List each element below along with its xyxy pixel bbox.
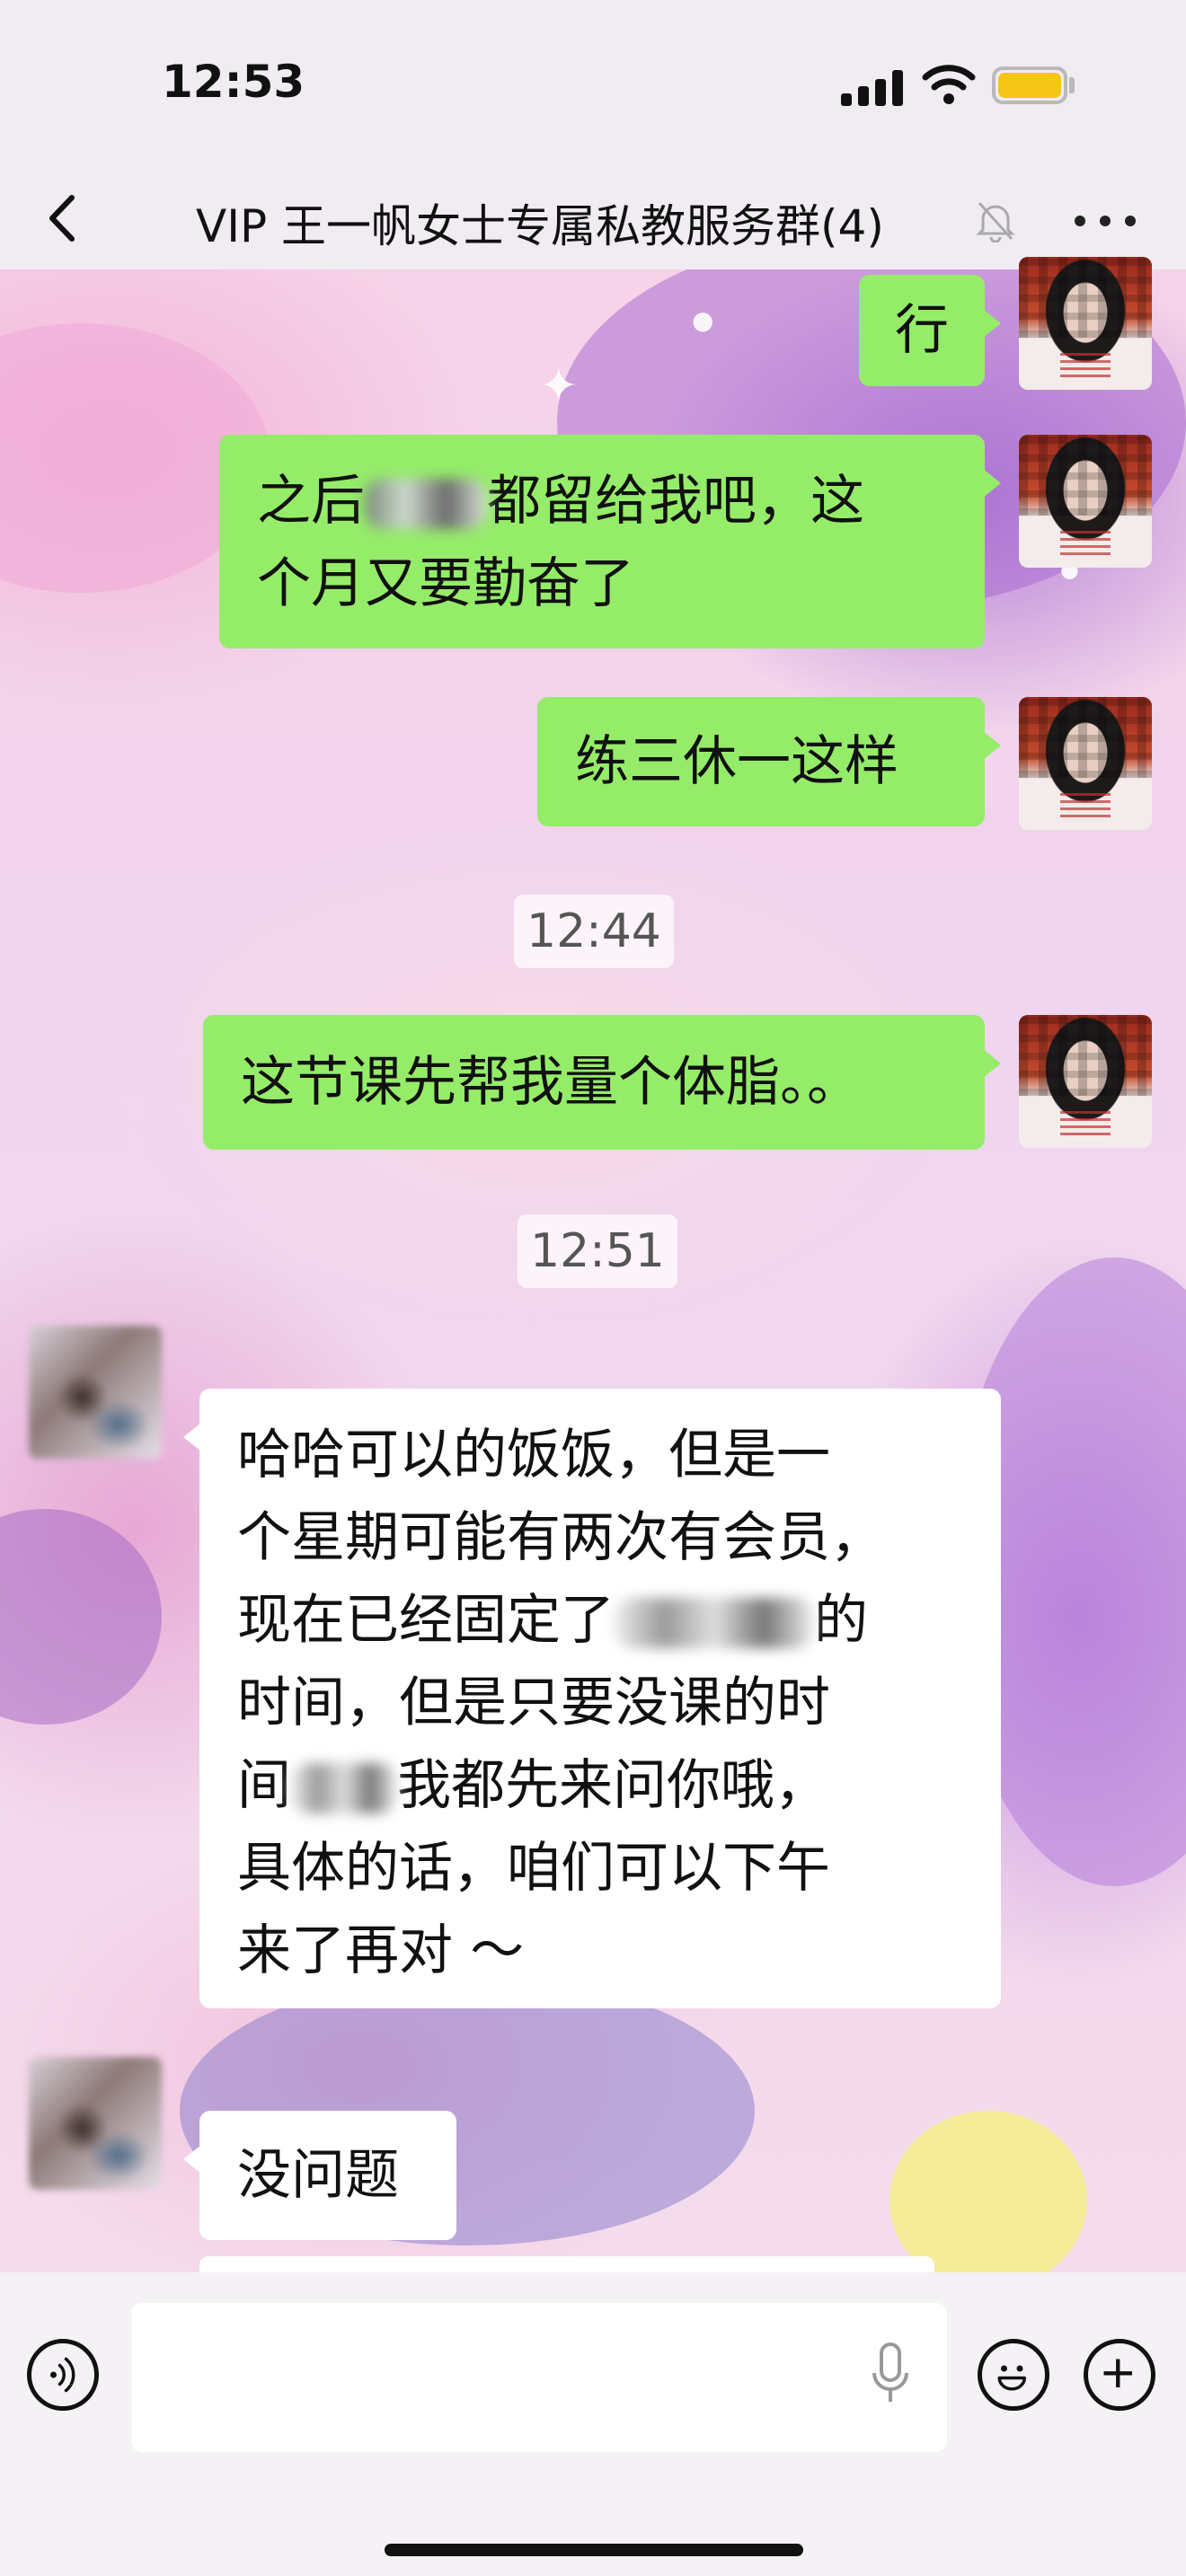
timestamp: 12:51 (518, 1214, 677, 1288)
wifi-icon (922, 65, 976, 104)
message-bubble-other[interactable]: 哈哈可以的饭饭，但是一 个星期可能有两次有会员， 现在已经固定了 的 时间，但是只… (183, 1389, 1001, 2008)
message-bubble-self[interactable]: 行 (859, 275, 1001, 386)
message-line: 之后 都留给我吧，这 (257, 460, 947, 543)
message-text: 间 (237, 1754, 291, 1817)
message-line: 时间，但是只要没课的时 (237, 1672, 830, 1734)
chat-title: VIP 王一帆女士专属私教服务群(4) (196, 200, 884, 252)
message-text: 之后 (257, 470, 365, 533)
status-time: 12:53 (162, 56, 305, 108)
self-avatar[interactable] (1019, 257, 1152, 390)
timestamp: 12:44 (514, 895, 674, 968)
message-line: 个星期可能有两次有会员， (237, 1506, 884, 1569)
message-text: 的 (814, 1589, 868, 1652)
member-avatar[interactable] (29, 2057, 162, 2190)
message-line: 具体的话，咱们可以下午 (237, 1837, 830, 1900)
more-icon[interactable] (1069, 198, 1141, 243)
message-line: 哈哈可以的饭饭，但是一 (237, 1424, 830, 1486)
message-bubble-partial (199, 2256, 934, 2272)
plus-icon[interactable] (1084, 2339, 1155, 2411)
wallpaper-star: ● (692, 305, 714, 335)
message-text: 这节课先帮我量个体脂。。 (241, 1051, 861, 1114)
message-text: 练三休一这样 (575, 730, 898, 793)
input-bar (0, 2272, 1186, 2576)
message-text: 没问题 (237, 2144, 399, 2207)
redacted-text (615, 1598, 814, 1649)
battery-icon (992, 66, 1067, 104)
status-bar: 12:53 (0, 0, 1186, 171)
message-bubble-self[interactable]: 这节课先帮我量个体脂。。 (203, 1015, 1001, 1150)
redacted-text (365, 479, 487, 530)
self-avatar[interactable] (1019, 435, 1152, 568)
message-text: 行 (895, 299, 949, 362)
redacted-text (291, 1763, 397, 1814)
self-avatar[interactable] (1019, 1015, 1152, 1148)
emoji-icon[interactable] (978, 2339, 1049, 2411)
cellular-signal-icon (841, 70, 906, 106)
message-bubble-self[interactable]: 练三休一这样 (537, 697, 1001, 826)
chat-header: VIP 王一帆女士专属私教服务群(4) (0, 171, 1186, 269)
back-icon[interactable] (36, 187, 99, 250)
voice-icon[interactable] (27, 2339, 99, 2411)
wallpaper-blob (890, 2111, 1087, 2272)
message-text: 现在已经固定了 (237, 1589, 615, 1652)
message-input[interactable] (131, 2303, 947, 2452)
message-text: 我都先来问你哦， (397, 1754, 828, 1817)
battery-cap (1069, 77, 1075, 93)
message-line: 间 我都先来问你哦， (237, 1744, 963, 1827)
mic-icon[interactable] (868, 2339, 913, 2411)
wallpaper-blob (0, 1509, 162, 1725)
message-line: 现在已经固定了 的 (237, 1579, 963, 1662)
member-avatar[interactable] (29, 1326, 162, 1459)
message-bubble-self[interactable]: 之后 都留给我吧，这 个月又要勤奋了 (219, 435, 1001, 648)
message-line: 个月又要勤奋了 (257, 552, 634, 615)
mute-bell-icon (976, 201, 1015, 243)
wallpaper-star: ✦ (539, 359, 579, 413)
message-line: 来了再对 ～ (237, 1919, 525, 1982)
message-bubble-other[interactable]: 没问题 (183, 2111, 456, 2240)
self-avatar[interactable] (1019, 697, 1152, 830)
message-text: 都留给我吧，这 (487, 470, 864, 533)
home-indicator (385, 2544, 803, 2556)
